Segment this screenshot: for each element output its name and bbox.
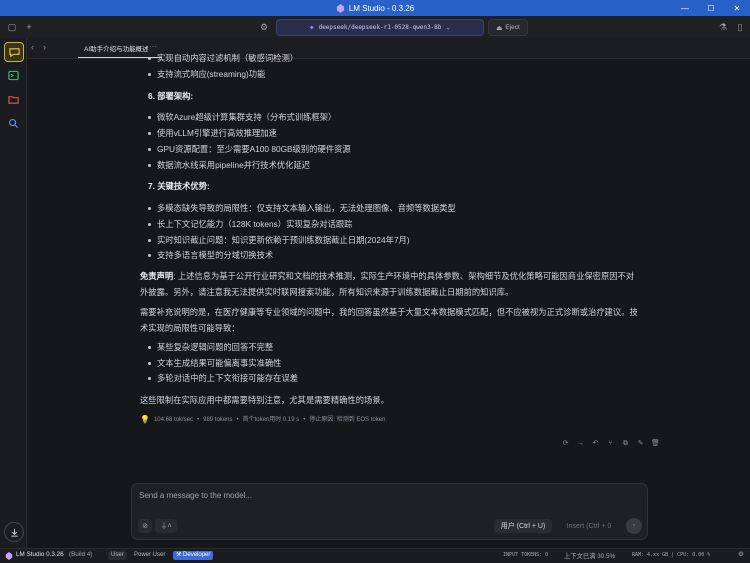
- stat-tps: 104.68 tok/sec: [153, 417, 193, 423]
- model-selector[interactable]: ◆ deepseek/deepseek-r1-0528-qwen3-8b ⌄: [276, 19, 484, 36]
- insert-button[interactable]: Insert (Ctrl + 0: [558, 519, 620, 533]
- top-toolbar: ▢ + ⚙ ◆ deepseek/deepseek-r1-0528-qwen3-…: [0, 16, 750, 39]
- download-icon[interactable]: [4, 522, 24, 542]
- flask-icon[interactable]: ⚗: [716, 20, 730, 34]
- terminal-icon[interactable]: [4, 66, 22, 84]
- list-item: 多模态缺失导致的局限性：仅支持文本输入输出，无法处理图像、音频等数据类型: [148, 203, 456, 213]
- chat-message: 实现自动内容过滤机制（敏感词检测） 支持流式响应(streaming)功能 6.…: [140, 54, 660, 478]
- note-paragraph: 需要补充说明的是，在医疗健康等专业领域的问题中，我的回答虽然基于大量文本数据模式…: [140, 307, 638, 333]
- eject-label: Eject: [505, 24, 520, 31]
- status-bar: LM Studio 0.3.26 (Build 4) User Power Us…: [0, 548, 750, 563]
- send-button[interactable]: ↑: [626, 518, 642, 534]
- window-title: LM Studio - 0.3.26: [348, 3, 415, 13]
- maximize-icon[interactable]: ☐: [698, 0, 724, 16]
- build-number: (Build 4): [69, 551, 93, 558]
- generation-stats: 💡 104.68 tok/sec • 989 tokens • 首个token用…: [140, 415, 386, 424]
- app-version: LM Studio 0.3.26: [16, 551, 64, 558]
- stat-stop: 停止原因: 检测到 EOS token: [309, 417, 386, 423]
- gear-icon[interactable]: ⚙: [257, 20, 271, 34]
- plug-icon: ⏚: [160, 523, 168, 530]
- message-input[interactable]: Send a message to the model...: [139, 491, 252, 500]
- stat-tokens: 989 tokens: [203, 417, 233, 423]
- chevron-up-icon: ˄: [167, 522, 172, 530]
- context-usage: 上下文已满 30.5%: [564, 553, 616, 560]
- list-item: 使用vLLM引擎进行高效推理加速: [148, 128, 277, 138]
- eject-icon: ⏏: [496, 24, 503, 32]
- panel-toggle-icon[interactable]: ▯: [733, 20, 747, 34]
- trash-icon[interactable]: 🗑: [650, 438, 661, 449]
- minimize-icon[interactable]: —: [672, 0, 698, 16]
- tab-menu-icon[interactable]: ···: [149, 42, 157, 51]
- section-heading: 6. 部署架构:: [148, 91, 194, 101]
- list-item: 文本生成结果可能偏离事实准确性: [147, 358, 282, 368]
- plugin-button[interactable]: ⏚ ˄: [155, 519, 177, 533]
- mode-user[interactable]: User: [108, 551, 127, 560]
- list-item: 长上下文记忆能力（128K tokens）实现复杂对话跟踪: [147, 219, 353, 229]
- mode-developer[interactable]: ⚒ Developer: [173, 551, 214, 560]
- disclaimer-paragraph: 免责声明: 上述信息为基于公开行业研究和文档的技术推测，实际生产环境中的具体参数…: [140, 271, 635, 297]
- tab-title: AI助手介绍与功能概述: [84, 45, 149, 53]
- folder-icon[interactable]: [4, 90, 22, 108]
- sidebar-toggle-icon[interactable]: ▢: [5, 20, 19, 34]
- left-sidebar: [0, 38, 27, 548]
- final-paragraph: 这些限制在实际应用中都需要特别注意，尤其是需要精确性的场景。: [140, 395, 389, 405]
- list-item: 某些复杂逻辑问题的回答不完整: [147, 342, 274, 352]
- list-item: 实现自动内容过滤机制（敏感词检测）: [147, 53, 299, 63]
- lm-studio-logo-icon: [336, 3, 344, 13]
- tab-bar: ‹ › AI助手介绍与功能概述 ···: [27, 38, 750, 59]
- mode-power-user[interactable]: Power User: [131, 551, 168, 560]
- role-button[interactable]: 用户 (Ctrl + U): [494, 519, 552, 533]
- list-item: 微软Azure超级计算集群支持（分布式训练框架）: [147, 112, 337, 122]
- close-icon[interactable]: ✕: [724, 0, 750, 16]
- chevron-down-icon: ⌄: [446, 24, 451, 31]
- list-item: 多轮对话中的上下文衔接可能存在误差: [147, 373, 299, 383]
- undo-icon[interactable]: ↶: [590, 438, 601, 449]
- new-chat-button[interactable]: +: [22, 20, 36, 34]
- chevron-left-icon[interactable]: ‹: [31, 42, 34, 52]
- chat-input-box: Send a message to the model... ⊘ ⏚ ˄ 用户 (…: [131, 483, 648, 540]
- eject-button[interactable]: ⏏ Eject: [488, 19, 528, 36]
- branch-icon[interactable]: ⑂: [605, 438, 616, 449]
- edit-icon[interactable]: ✎: [635, 438, 646, 449]
- copy-icon[interactable]: ⧉: [620, 438, 631, 449]
- paperclip-icon[interactable]: ⊘: [138, 519, 152, 533]
- chat-icon[interactable]: [4, 42, 24, 62]
- section-heading: 7. 关键技术优势:: [148, 181, 210, 191]
- list-item: 数据流水线采用pipeline并行技术优化延迟: [147, 160, 311, 170]
- model-name: deepseek/deepseek-r1-0528-qwen3-8b: [318, 24, 442, 31]
- title-bar: LM Studio - 0.3.26 — ☐ ✕: [0, 0, 750, 16]
- lm-studio-logo-icon: [5, 552, 13, 560]
- settings-icon[interactable]: ⚙: [738, 551, 744, 558]
- list-item: 支持多语言模型的分域切换技术: [147, 250, 274, 260]
- input-tokens: INPUT TOKENS: 0: [503, 552, 549, 558]
- continue-icon[interactable]: →: [575, 438, 586, 449]
- model-icon: ◆: [309, 24, 314, 31]
- resource-usage: RAM: 4.xx GB | CPU: 0.00 %: [632, 552, 711, 558]
- stat-ttft: 首个token用时 0.19 s: [242, 417, 300, 423]
- search-icon[interactable]: [4, 114, 22, 132]
- lightbulb-icon: 💡: [140, 415, 150, 424]
- wrench-icon: ⚒: [176, 552, 184, 558]
- chevron-right-icon[interactable]: ›: [43, 42, 46, 52]
- list-item: 实时知识截止问题：知识更新依赖于预训练数据截止日期(2024年7月): [148, 235, 410, 245]
- list-item: 支持流式响应(streaming)功能: [147, 69, 266, 79]
- message-actions: ⟳ → ↶ ⑂ ⧉ ✎ 🗑: [560, 438, 661, 449]
- regenerate-icon[interactable]: ⟳: [560, 438, 571, 449]
- list-item: GPU资源配置：至少需要A100 80GB级别的硬件资源: [148, 144, 351, 154]
